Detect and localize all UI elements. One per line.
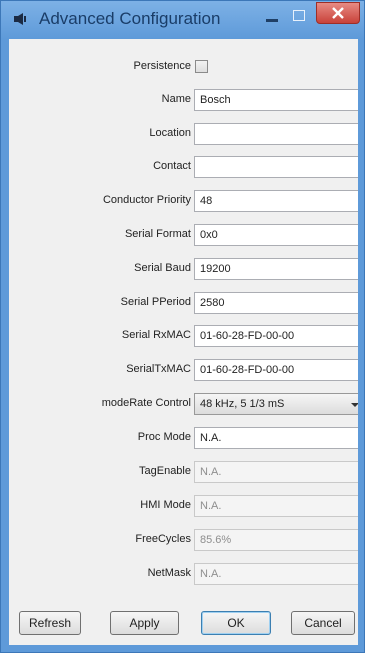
- serial-pperiod-row: Serial PPeriod 2580: [9, 292, 358, 316]
- location-label: Location: [149, 127, 191, 139]
- serial-rxmac-input[interactable]: 01-60-28-FD-00-00: [194, 325, 358, 347]
- serial-format-label: Serial Format: [124, 228, 191, 240]
- cancel-button[interactable]: Cancel: [291, 611, 355, 635]
- contact-row: Contact: [9, 156, 358, 180]
- moderate-control-label: modeRate Control: [101, 397, 191, 409]
- tag-enable-label: TagEnable: [139, 465, 191, 477]
- hmi-mode-label: HMI Mode: [140, 499, 191, 511]
- advanced-configuration-window: Advanced Configuration Persistence Name …: [0, 0, 365, 653]
- chevron-down-icon: [351, 403, 358, 407]
- hmi-mode-field: N.A.: [194, 495, 358, 517]
- serial-txmac-input[interactable]: 01-60-28-FD-00-00: [194, 359, 358, 381]
- serial-baud-row: Serial Baud 19200: [9, 258, 358, 282]
- proc-mode-input[interactable]: N.A.: [194, 427, 358, 449]
- conductor-priority-row: Conductor Priority 48: [9, 190, 358, 214]
- proc-mode-label: Proc Mode: [137, 431, 191, 443]
- serial-pperiod-label: Serial PPeriod: [120, 296, 191, 308]
- speaker-icon: [14, 13, 26, 25]
- title-bar[interactable]: Advanced Configuration: [1, 1, 364, 39]
- free-cycles-label: FreeCycles: [135, 533, 191, 545]
- serial-txmac-row: SerialTxMAC 01-60-28-FD-00-00: [9, 359, 358, 383]
- contact-label: Contact: [153, 160, 191, 172]
- net-mask-label: NetMask: [147, 567, 191, 579]
- window-title: Advanced Configuration: [39, 9, 221, 28]
- free-cycles-field: 85.6%: [194, 529, 358, 551]
- serial-baud-label: Serial Baud: [134, 262, 191, 274]
- persistence-label: Persistence: [133, 60, 191, 72]
- hmi-mode-row: HMI Mode N.A.: [9, 495, 358, 519]
- close-icon: [332, 7, 344, 19]
- dialog-body: Persistence Name Bosch Location Contact …: [9, 39, 358, 645]
- serial-rxmac-label: Serial RxMAC: [121, 329, 191, 341]
- serial-txmac-label: SerialTxMAC: [126, 363, 191, 375]
- serial-format-input[interactable]: 0x0: [194, 224, 358, 246]
- name-label: Name: [161, 93, 191, 105]
- conductor-priority-input[interactable]: 48: [194, 190, 358, 212]
- refresh-button[interactable]: Refresh: [19, 611, 81, 635]
- location-row: Location: [9, 123, 358, 147]
- serial-format-row: Serial Format 0x0: [9, 224, 358, 248]
- name-row: Name Bosch: [9, 89, 358, 113]
- net-mask-field: N.A.: [194, 563, 358, 585]
- persistence-checkbox[interactable]: [195, 60, 208, 73]
- serial-rxmac-row: Serial RxMAC 01-60-28-FD-00-00: [9, 325, 358, 349]
- conductor-priority-label: Conductor Priority: [102, 194, 191, 206]
- net-mask-row: NetMask N.A.: [9, 563, 358, 587]
- free-cycles-row: FreeCycles 85.6%: [9, 529, 358, 553]
- proc-mode-row: Proc Mode N.A.: [9, 427, 358, 451]
- minimize-button[interactable]: [261, 9, 283, 29]
- tag-enable-field: N.A.: [194, 461, 358, 483]
- persistence-row: Persistence: [9, 56, 358, 80]
- name-input[interactable]: Bosch: [194, 89, 358, 111]
- maximize-button[interactable]: [288, 6, 310, 26]
- ok-button[interactable]: OK: [201, 611, 271, 635]
- serial-baud-input[interactable]: 19200: [194, 258, 358, 280]
- serial-pperiod-input[interactable]: 2580: [194, 292, 358, 314]
- moderate-control-dropdown[interactable]: 48 kHz, 5 1/3 mS: [194, 393, 358, 415]
- moderate-control-value: 48 kHz, 5 1/3 mS: [200, 398, 285, 410]
- close-button[interactable]: [316, 2, 360, 24]
- apply-button[interactable]: Apply: [110, 611, 179, 635]
- location-input[interactable]: [194, 123, 358, 145]
- moderate-control-row: modeRate Control 48 kHz, 5 1/3 mS: [9, 393, 358, 417]
- contact-input[interactable]: [194, 156, 358, 178]
- tag-enable-row: TagEnable N.A.: [9, 461, 358, 485]
